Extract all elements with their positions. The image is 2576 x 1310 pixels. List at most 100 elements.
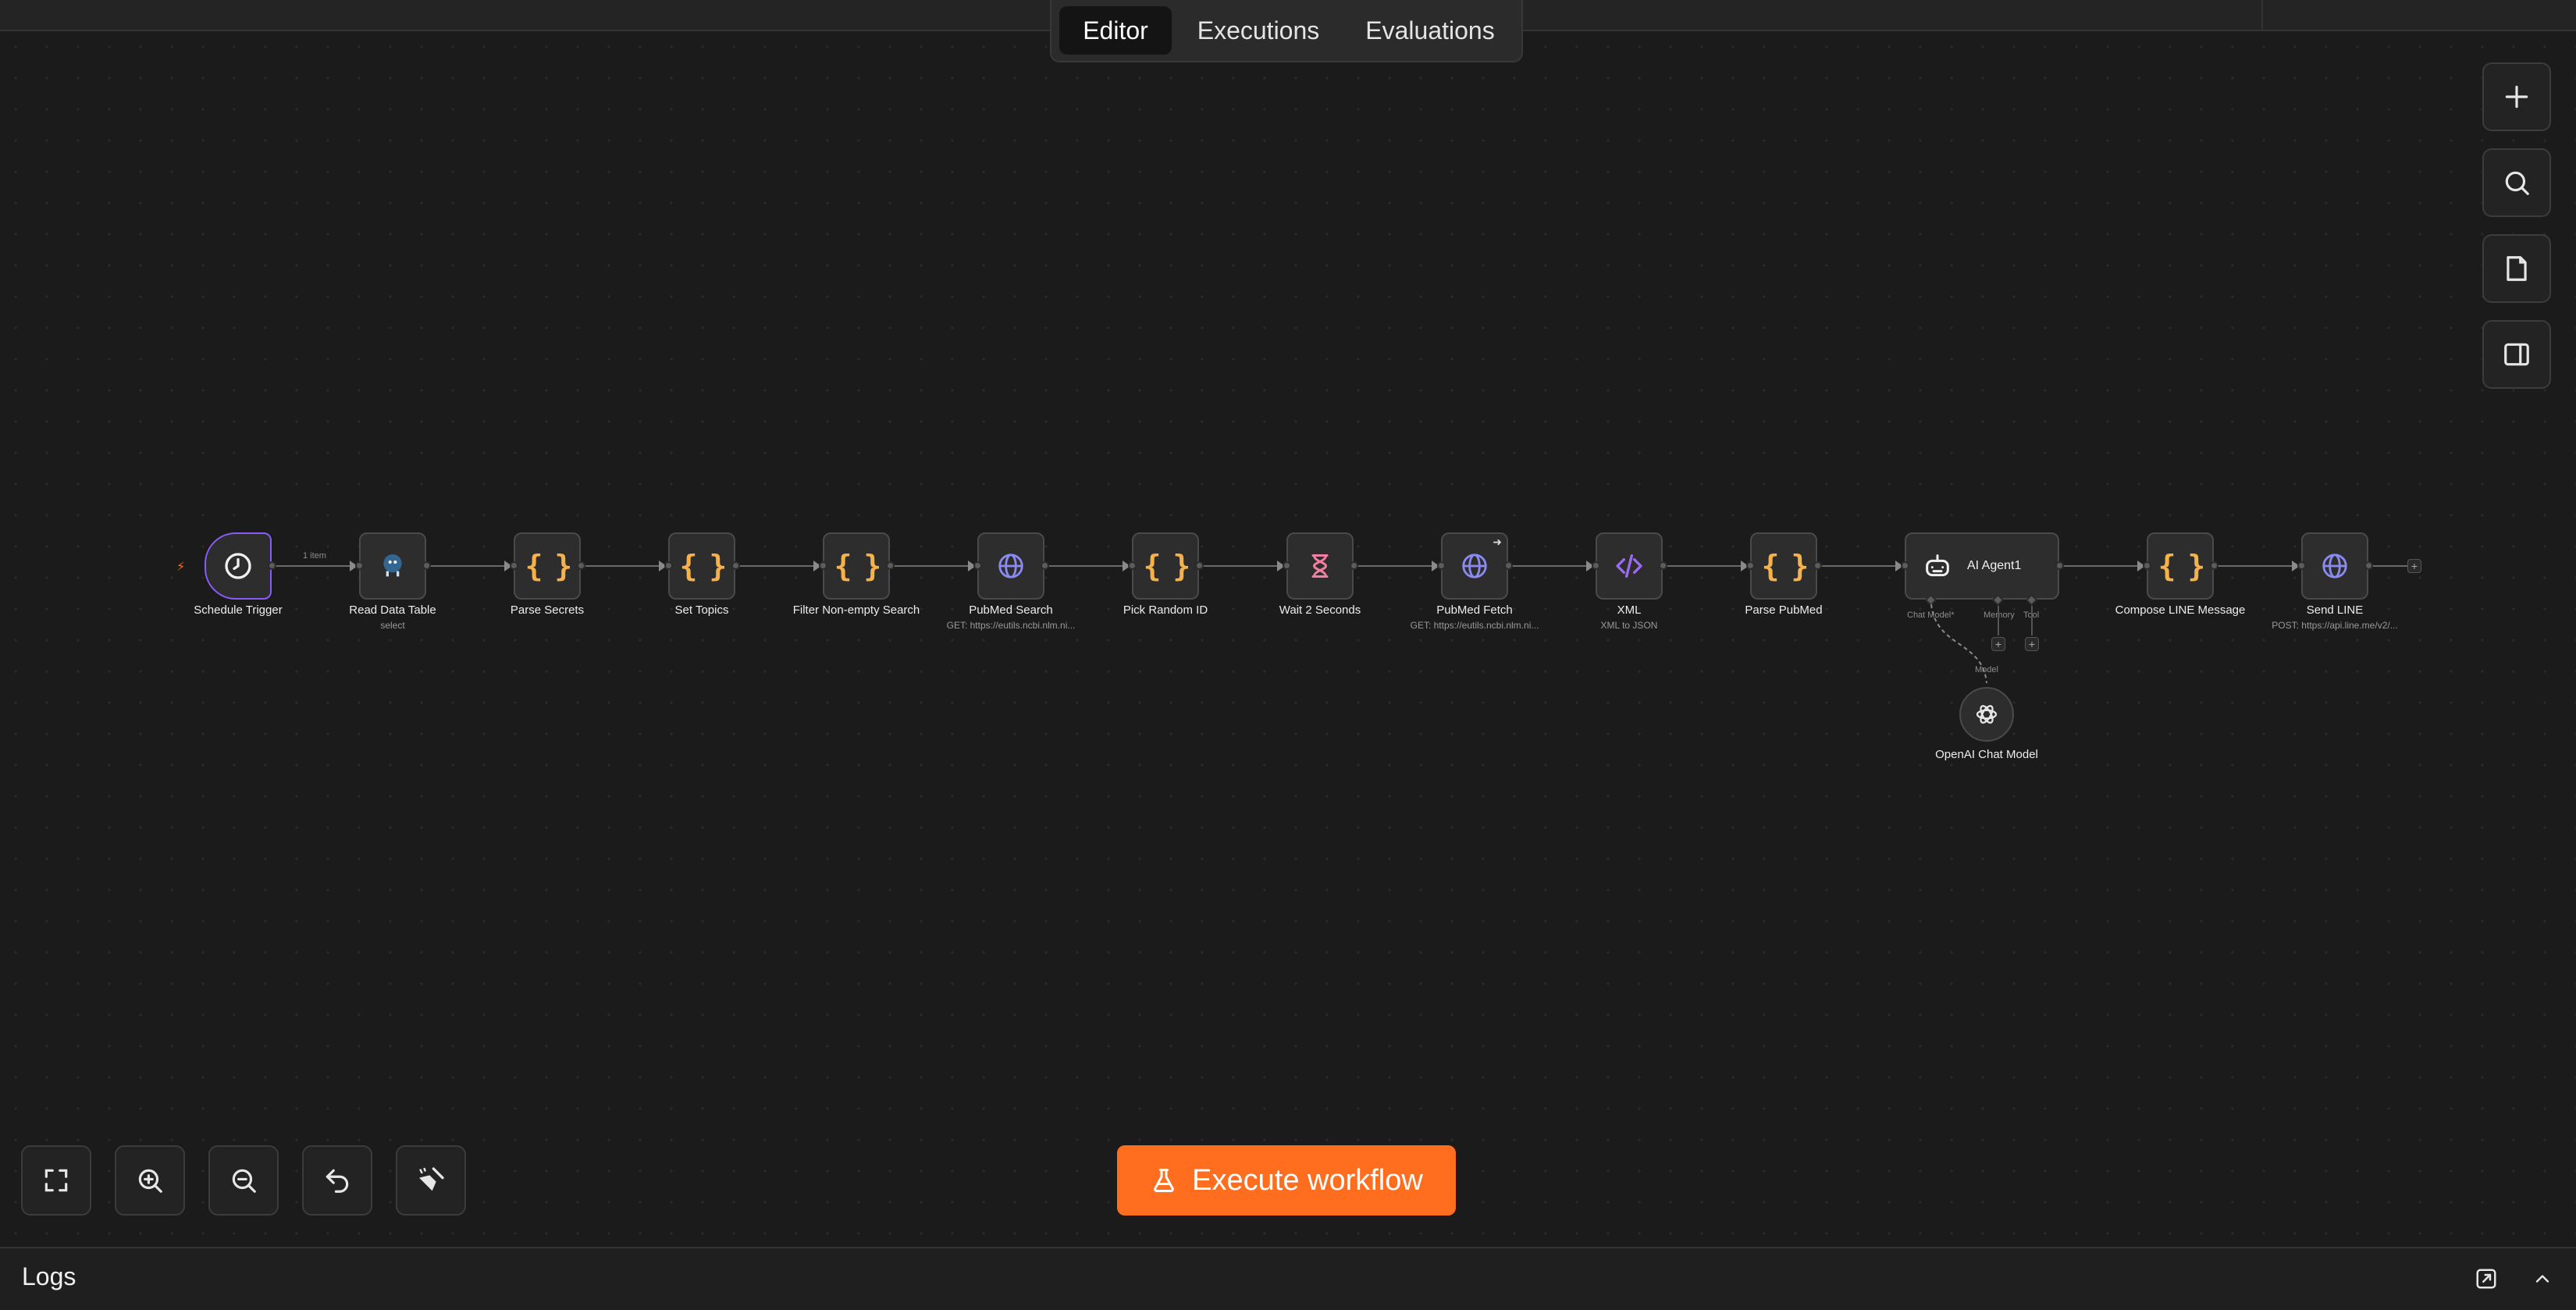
input-port[interactable]	[973, 561, 982, 570]
input-port[interactable]	[1592, 561, 1600, 570]
output-port[interactable]	[1813, 561, 1822, 570]
connection	[273, 565, 351, 567]
input-port[interactable]	[2297, 561, 2306, 570]
node-schedule-trigger[interactable]	[205, 532, 272, 600]
output-port[interactable]	[886, 561, 895, 570]
node-xml[interactable]	[1596, 532, 1663, 600]
add-node-button[interactable]	[2482, 62, 2551, 131]
code-braces-icon: { }	[2158, 549, 2206, 583]
input-port[interactable]	[1283, 561, 1291, 570]
toggle-panel-button[interactable]	[2482, 320, 2551, 389]
globe-icon	[2322, 554, 2347, 578]
memory-connector	[1998, 606, 1999, 635]
node-label: Parse PubMed	[1745, 603, 1823, 617]
input-port[interactable]	[510, 561, 518, 570]
tab-evaluations[interactable]: Evaluations	[1344, 6, 1516, 55]
globe-icon	[998, 554, 1023, 578]
node-label: AI Agent1	[1967, 559, 2022, 572]
input-port[interactable]	[1746, 561, 1755, 570]
node-openai-chat-model[interactable]	[1959, 687, 2014, 742]
expand-logs-button[interactable]	[2529, 1266, 2556, 1292]
logs-panel: Logs	[0, 1247, 2576, 1310]
zoom-in-icon	[138, 1169, 162, 1193]
input-port[interactable]	[2143, 561, 2151, 570]
tab-editor[interactable]: Editor	[1059, 6, 1172, 55]
tab-executions[interactable]: Executions	[1176, 6, 1340, 55]
flask-icon	[1154, 1169, 1175, 1192]
connection	[1201, 565, 1279, 567]
node-send-line[interactable]	[2301, 532, 2368, 600]
connection	[1664, 565, 1742, 567]
output-port[interactable]	[2364, 561, 2373, 570]
output-port[interactable]	[2210, 561, 2218, 570]
connection	[737, 565, 815, 567]
send-arrow-icon: ➜	[1493, 536, 1502, 548]
output-port[interactable]	[1195, 561, 1204, 570]
code-braces-icon: { }	[834, 549, 882, 583]
view-tabs: Editor Executions Evaluations	[1050, 0, 1523, 62]
connection	[582, 565, 660, 567]
input-port[interactable]	[1901, 561, 1909, 570]
add-next-node-button[interactable]: +	[2407, 559, 2421, 573]
output-port[interactable]	[1041, 561, 1049, 570]
input-port[interactable]	[1437, 561, 1446, 570]
add-memory-button[interactable]: +	[1991, 637, 2005, 651]
execute-workflow-button[interactable]: Execute workflow	[1117, 1145, 1456, 1216]
output-port[interactable]	[2055, 561, 2064, 570]
output-port[interactable]	[1659, 561, 1667, 570]
node-parse-secrets[interactable]: { }	[514, 532, 581, 600]
zoom-out-button[interactable]	[208, 1145, 279, 1216]
node-subtitle: XML to JSON	[1600, 620, 1658, 631]
tidy-up-button[interactable]	[396, 1145, 466, 1216]
undo-button[interactable]	[302, 1145, 372, 1216]
code-braces-icon: { }	[1761, 549, 1809, 583]
code-tag-icon	[1616, 554, 1642, 578]
zoom-out-icon	[232, 1169, 256, 1193]
output-port[interactable]	[422, 561, 431, 570]
clock-icon	[225, 553, 251, 579]
code-braces-icon: { }	[525, 549, 573, 583]
search-nodes-button[interactable]	[2482, 148, 2551, 217]
node-wait-2-seconds[interactable]	[1286, 532, 1354, 600]
node-pubmed-search[interactable]	[977, 532, 1044, 600]
note-icon	[2507, 256, 2527, 281]
connection-item-count: 1 item	[303, 551, 326, 561]
openai-icon	[1976, 705, 1998, 724]
node-pubmed-fetch[interactable]: ➜	[1441, 532, 1508, 600]
node-set-topics[interactable]: { }	[668, 532, 735, 600]
logs-title[interactable]: Logs	[22, 1262, 76, 1291]
add-tool-button[interactable]: +	[2025, 637, 2039, 651]
tool-connector	[2031, 606, 2033, 635]
sticky-note-button[interactable]	[2482, 234, 2551, 303]
chevron-up-icon	[2535, 1275, 2549, 1283]
input-port[interactable]	[664, 561, 673, 570]
output-port[interactable]	[731, 561, 740, 570]
node-filter-non-empty-search[interactable]: { }	[823, 532, 890, 600]
sidebar-icon	[2504, 343, 2529, 366]
zoom-to-fit-button[interactable]	[21, 1145, 91, 1216]
node-pick-random-id[interactable]: { }	[1132, 532, 1199, 600]
pop-out-logs-button[interactable]	[2473, 1266, 2500, 1292]
search-icon	[2505, 171, 2529, 195]
node-label: Send LINE	[2306, 603, 2364, 617]
output-port[interactable]	[577, 561, 585, 570]
code-braces-icon: { }	[1143, 549, 1191, 583]
node-ai-agent[interactable]: AI Agent1	[1905, 532, 2059, 600]
output-port[interactable]	[1504, 561, 1513, 570]
output-port[interactable]	[268, 561, 276, 570]
trigger-bolt-icon: ⚡	[176, 561, 186, 574]
input-port[interactable]	[819, 561, 827, 570]
input-port[interactable]	[355, 561, 364, 570]
plus-icon	[2505, 85, 2528, 109]
node-read-data-table[interactable]	[359, 532, 426, 600]
zoom-in-button[interactable]	[115, 1145, 185, 1216]
output-port[interactable]	[1350, 561, 1358, 570]
connection	[891, 565, 970, 567]
execute-workflow-label: Execute workflow	[1192, 1163, 1423, 1197]
node-parse-pubmed[interactable]: { }	[1750, 532, 1817, 600]
node-subtitle: GET: https://eutils.ncbi.nlm.ni...	[946, 620, 1076, 631]
input-port[interactable]	[1128, 561, 1137, 570]
model-port-label: Model	[1975, 665, 1998, 675]
globe-icon	[1462, 554, 1487, 578]
node-compose-line-message[interactable]: { }	[2147, 532, 2214, 600]
